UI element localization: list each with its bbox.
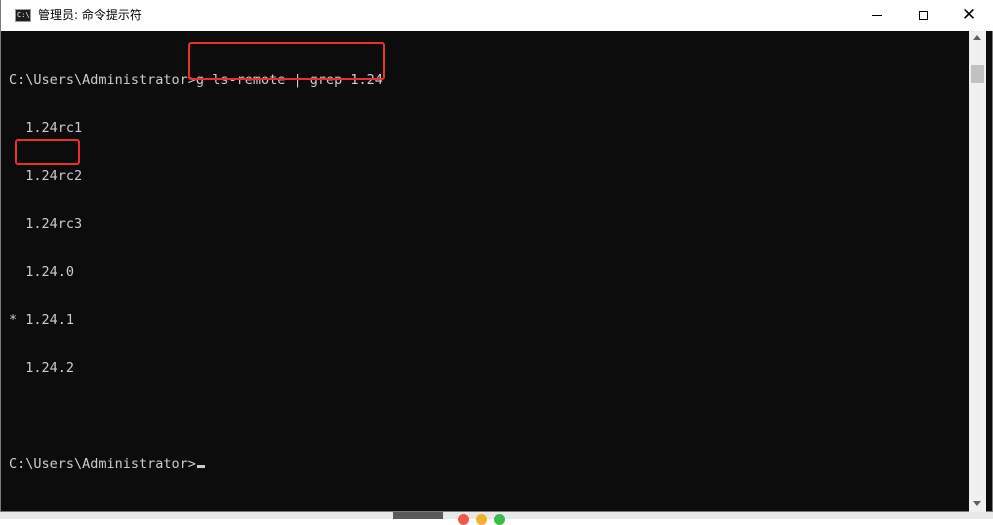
- text-cursor: [196, 465, 205, 468]
- scroll-up-icon[interactable]: [973, 35, 981, 40]
- app-icon-label: C:\: [17, 11, 30, 19]
- scroll-thumb[interactable]: [971, 65, 984, 83]
- taskbar-dark-segment: [393, 512, 443, 519]
- prompt-line: C:\Users\Administrator>: [9, 456, 964, 472]
- maximize-icon: [918, 11, 928, 20]
- red-dot-icon: [458, 514, 469, 525]
- command-highlight-box: [188, 42, 385, 80]
- close-icon: ✕: [961, 5, 977, 25]
- scroll-down-icon[interactable]: [973, 501, 981, 506]
- green-dot-icon: [494, 514, 505, 525]
- cmd-app-icon: C:\: [15, 9, 31, 22]
- console-line: 1.24rc3: [9, 216, 83, 232]
- console-line: 1.24.2: [9, 360, 75, 376]
- maximize-button[interactable]: [900, 0, 946, 31]
- console-line: 1.24rc1: [9, 120, 83, 136]
- cmd-window: C:\ 管理员: 命令提示符 ✕ C:\Users\Administrator>…: [0, 0, 993, 512]
- console-line: * 1.24.1: [9, 312, 75, 328]
- version-highlight-box: [15, 139, 80, 165]
- console-line: C:\Users\Administrator>g ls-remote | gre…: [9, 72, 383, 88]
- console-line: 1.24rc2: [9, 168, 83, 184]
- vertical-scrollbar[interactable]: [969, 31, 986, 512]
- window-title: 管理员: 命令提示符: [38, 8, 142, 22]
- close-button[interactable]: ✕: [946, 0, 992, 31]
- yellow-dot-icon: [476, 514, 487, 525]
- minimize-icon: [872, 15, 882, 16]
- console-output[interactable]: C:\Users\Administrator>g ls-remote | gre…: [9, 40, 964, 510]
- prompt-text: C:\Users\Administrator>: [9, 456, 196, 472]
- console-line: 1.24.0: [9, 264, 75, 280]
- title-bar[interactable]: C:\ 管理员: 命令提示符 ✕: [1, 0, 993, 31]
- minimize-button[interactable]: [854, 0, 900, 31]
